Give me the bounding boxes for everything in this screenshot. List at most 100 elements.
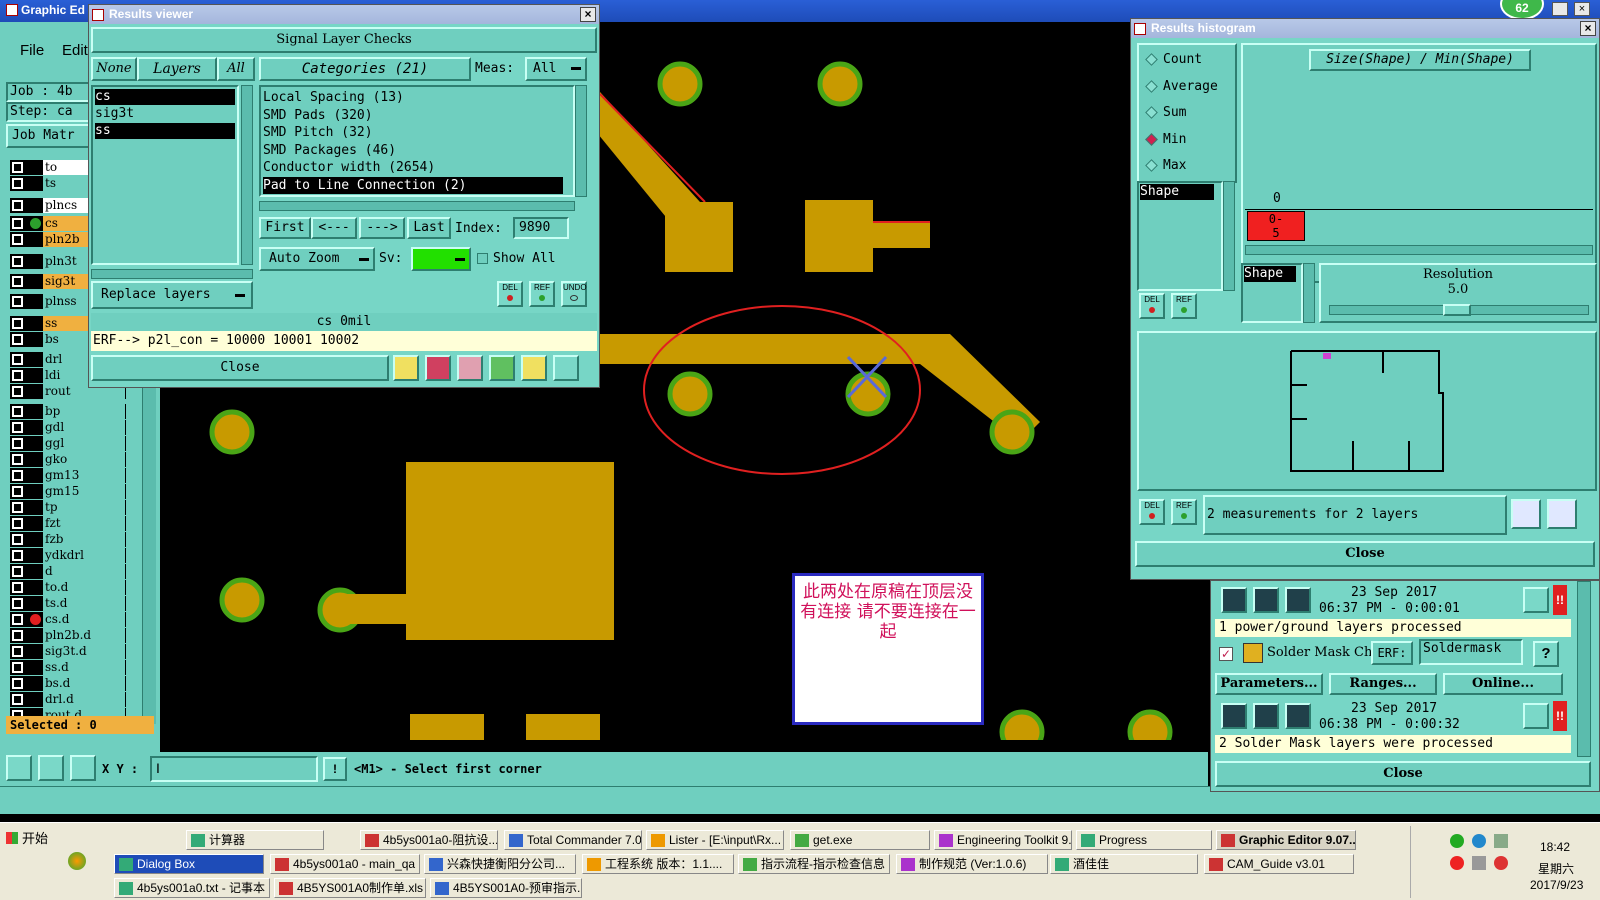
layer-checkbox[interactable]	[12, 218, 23, 229]
histogram-close-x[interactable]: ×	[1580, 21, 1596, 36]
chart-icon-1[interactable]	[393, 355, 419, 381]
layer-checkbox[interactable]	[12, 614, 23, 625]
shape-list-item[interactable]: Shape	[1140, 184, 1214, 200]
taskbar-button[interactable]: Progress	[1076, 830, 1212, 850]
close-button[interactable]: ×	[1574, 2, 1590, 16]
layer-row-ss-d[interactable]: ss.d	[10, 660, 126, 675]
taskbar-button[interactable]: Total Commander 7.0...	[504, 830, 642, 850]
taskbar-button[interactable]: 计算器	[186, 830, 324, 850]
erf-value-field[interactable]: Soldermask	[1419, 639, 1523, 665]
layer-checkbox[interactable]	[12, 162, 23, 173]
tab-all[interactable]: All	[217, 57, 255, 81]
layer-row-ggl[interactable]: ggl	[10, 436, 126, 451]
start-button[interactable]: 开始	[4, 828, 62, 850]
hist-bin[interactable]: 0- 5	[1247, 211, 1305, 241]
category-item[interactable]: SMD Pads (320)	[263, 107, 571, 125]
layer-checkbox[interactable]	[12, 454, 23, 465]
tray-icon-5[interactable]	[1494, 856, 1508, 870]
help-button[interactable]: ?	[1533, 641, 1559, 667]
layer-row-bp[interactable]: bp	[10, 404, 126, 419]
solder-mask-checkbox[interactable]: ✓	[1219, 647, 1233, 661]
rv-layer-list[interactable]: cs sig3t ss	[91, 85, 239, 265]
tray-icon-3[interactable]	[1494, 834, 1508, 848]
next-button[interactable]: --->	[359, 217, 405, 239]
chart-icon-5[interactable]	[521, 355, 547, 381]
layer-checkbox[interactable]	[12, 470, 23, 481]
sv-color-dropdown[interactable]	[411, 247, 471, 271]
categories-button[interactable]: Categories (21)	[259, 57, 471, 81]
layer-checkbox[interactable]	[12, 534, 23, 545]
ranges-button[interactable]: Ranges...	[1329, 673, 1437, 695]
tool-icon-2[interactable]	[38, 755, 64, 781]
layer-row-gko[interactable]: gko	[10, 452, 126, 467]
categories-list[interactable]: Local Spacing (13) SMD Pads (320) SMD Pitc…	[259, 85, 575, 197]
hist-del-icon-2[interactable]: DEL	[1139, 499, 1165, 525]
layer-row-sig3t-d[interactable]: sig3t.d	[10, 644, 126, 659]
chart-icon-3[interactable]	[457, 355, 483, 381]
taskbar-button[interactable]: 4b5ys001a0 - main_qa	[270, 854, 420, 874]
shape-scrollbar-2[interactable]	[1303, 263, 1315, 323]
layer-row-ydkdrl[interactable]: ydkdrl	[10, 548, 126, 563]
chart-icon-4[interactable]	[489, 355, 515, 381]
layer-checkbox[interactable]	[12, 646, 23, 657]
run-icon-4[interactable]	[1221, 703, 1247, 729]
mode-radio-min[interactable]: Min	[1145, 131, 1186, 149]
mode-radio-max[interactable]: Max	[1145, 157, 1186, 175]
layer-checkbox[interactable]	[12, 438, 23, 449]
prev-button[interactable]: <---	[311, 217, 357, 239]
category-item[interactable]: SMD Pitch (32)	[263, 124, 571, 142]
layer-list-item[interactable]: sig3t	[95, 105, 235, 123]
taskbar-button[interactable]: CAM_Guide v3.01	[1204, 854, 1354, 874]
taskbar-button[interactable]: Engineering Toolkit 9....	[934, 830, 1072, 850]
layer-checkbox[interactable]	[12, 630, 23, 641]
layer-checkbox[interactable]	[12, 334, 23, 345]
run-icon-5[interactable]	[1253, 703, 1279, 729]
results-viewer-close-x[interactable]: ×	[580, 7, 596, 22]
run-icon-6[interactable]	[1285, 703, 1311, 729]
layer-checkbox[interactable]	[12, 694, 23, 705]
alert-flag-2[interactable]: !!	[1553, 701, 1567, 731]
category-item[interactable]: Pad to Line Connection (2)	[263, 176, 563, 194]
tray-icon-2[interactable]	[1472, 834, 1486, 848]
chart-icon-2[interactable]	[425, 355, 451, 381]
layer-row-tp[interactable]: tp	[10, 500, 126, 515]
layer-row-fzt[interactable]: fzt	[10, 516, 126, 531]
first-button[interactable]: First	[259, 217, 311, 239]
layer-row-to-d[interactable]: to.d	[10, 580, 126, 595]
rv-close-button[interactable]: Close	[91, 355, 389, 381]
tool-icon-3[interactable]	[70, 755, 96, 781]
online-button[interactable]: Online...	[1443, 673, 1563, 695]
layer-row-bs-d[interactable]: bs.d	[10, 676, 126, 691]
quicklaunch-icon[interactable]	[68, 852, 86, 870]
taskbar-button[interactable]: 指示流程-指示检查信息	[738, 854, 890, 874]
layer-checkbox[interactable]	[12, 518, 23, 529]
layer-row-drl-d[interactable]: drl.d	[10, 692, 126, 707]
layer-checkbox[interactable]	[12, 370, 23, 381]
export-icon-1[interactable]	[1511, 499, 1541, 529]
hist-hscroll[interactable]	[1245, 245, 1593, 255]
run-icon-3[interactable]	[1285, 587, 1311, 613]
tab-layers[interactable]: Layers	[137, 57, 217, 81]
category-item[interactable]: Local Spacing (13)	[263, 89, 571, 107]
tray-icon-4[interactable]	[1450, 856, 1464, 870]
layer-row-cs-d[interactable]: cs.d	[10, 612, 126, 627]
taskbar-button[interactable]: Lister - [E:\input\Rx...	[646, 830, 784, 850]
layer-checkbox[interactable]	[12, 386, 23, 397]
parameters-button[interactable]: Parameters...	[1215, 673, 1323, 695]
zoom-icon[interactable]	[1523, 587, 1549, 613]
zoom-icon-2[interactable]	[1523, 703, 1549, 729]
progress-close-button[interactable]: Close	[1215, 761, 1591, 787]
category-item[interactable]: SMD Packages (46)	[263, 142, 571, 160]
shape-scrollbar[interactable]	[1223, 181, 1235, 291]
mode-radio-sum[interactable]: Sum	[1145, 104, 1186, 122]
taskbar-button[interactable]: 4b5ys001a0-阻抗设...	[360, 830, 498, 850]
layer-row-fzb[interactable]: fzb	[10, 532, 126, 547]
layer-checkbox[interactable]	[12, 582, 23, 593]
erf-button[interactable]: ERF:	[1371, 641, 1413, 665]
replace-layers-dropdown[interactable]: Replace layers	[91, 281, 253, 309]
layer-checkbox[interactable]	[12, 354, 23, 365]
layer-checkbox[interactable]	[12, 276, 23, 287]
alert-icon[interactable]: !	[323, 757, 347, 781]
ref-icon[interactable]: REF	[529, 281, 555, 307]
categories-scrollbar[interactable]	[575, 85, 587, 197]
